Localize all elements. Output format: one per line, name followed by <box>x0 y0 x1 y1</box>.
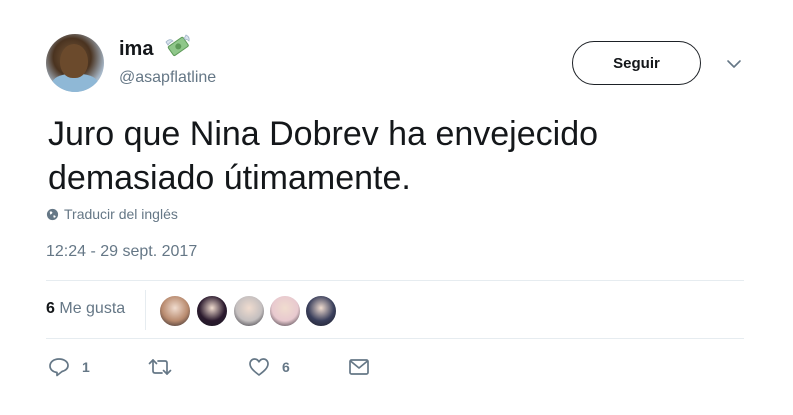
liker-avatar[interactable] <box>233 295 265 327</box>
chevron-down-icon[interactable] <box>725 57 743 71</box>
liker-avatar[interactable] <box>159 295 191 327</box>
tweet-text-line2: demasiado útimamente. <box>48 159 411 197</box>
likes-label: Me gusta <box>59 300 126 317</box>
globe-icon <box>46 208 59 220</box>
user-handle[interactable]: @asapflatline <box>119 69 216 87</box>
reply-count: 1 <box>82 359 90 375</box>
liker-avatar[interactable] <box>305 295 337 327</box>
likes-stat[interactable]: 6 Me gusta <box>46 300 125 318</box>
money-with-wings-icon <box>165 34 190 56</box>
envelope-icon <box>349 359 369 375</box>
tweet-timestamp[interactable]: 12:24 - 29 sept. 2017 <box>46 243 197 261</box>
retweet-icon <box>148 359 172 375</box>
like-count: 6 <box>282 359 290 375</box>
follow-button[interactable]: Seguir <box>572 41 701 85</box>
divider-bottom <box>46 338 744 339</box>
like-button[interactable]: 6 <box>248 357 290 377</box>
heart-icon <box>249 358 269 376</box>
retweet-button[interactable] <box>148 357 184 377</box>
likes-count: 6 <box>46 300 55 317</box>
tweet-text-line1: Juro que Nina Dobrev ha envejecido <box>48 115 599 153</box>
reply-button[interactable]: 1 <box>48 357 90 377</box>
user-name[interactable]: ima <box>119 38 153 61</box>
direct-message-button[interactable] <box>348 357 370 377</box>
translate-link[interactable]: Traducir del inglés <box>46 206 178 222</box>
stats-separator <box>145 290 146 330</box>
avatar[interactable] <box>46 34 104 92</box>
divider-top <box>46 280 744 281</box>
liker-avatar[interactable] <box>269 295 301 327</box>
tweet-text: Juro que Nina Dobrev ha envejecido demas… <box>48 112 738 200</box>
liker-avatar[interactable] <box>196 295 228 327</box>
avatar-face <box>60 44 88 78</box>
translate-label[interactable]: Traducir del inglés <box>64 206 178 222</box>
reply-icon <box>49 358 69 377</box>
